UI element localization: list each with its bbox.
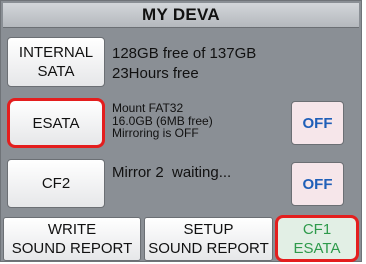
setup-label-line1: SETUP [183,221,234,238]
write-sound-report-button[interactable]: WRITE SOUND REPORT [3,217,141,261]
cf2-status-text: Mirror 2 waiting... [112,164,232,181]
esata-button[interactable]: ESATA [7,98,105,148]
esata-mirror-text: Mirroring is OFF [112,126,199,140]
page-title: MY DEVA [3,3,359,28]
esata-label: ESATA [32,114,80,132]
internal-sata-label-line2: SATA [37,63,75,80]
internal-free-space: 128GB free of 137GB [112,45,257,62]
device-screen: MY DEVA INTERNAL SATA 128GB free of 137G… [0,0,362,262]
write-label-line1: WRITE [47,221,97,238]
cf2-button[interactable]: CF2 [7,159,105,208]
cf2-off-toggle[interactable]: OFF [291,162,344,206]
cf1-esata-button[interactable]: CF1 ESATA [275,215,359,262]
cf1-label-line1: CF1 [302,220,332,238]
esata-mount-text: Mount FAT32 [112,101,184,115]
setup-label-line2: SOUND REPORT [148,240,269,257]
write-label-line2: SOUND REPORT [11,240,133,257]
internal-sata-label-line1: INTERNAL [18,44,94,61]
cf1-label-line2: ESATA [293,239,341,257]
internal-sata-button[interactable]: INTERNAL SATA [7,37,105,87]
cf2-label: CF2 [41,175,71,192]
esata-info: Mount FAT32 16.0GB (6MB free) Mirroring … [112,102,213,140]
internal-sata-info: 128GB free of 137GB 23Hours free [112,44,256,84]
internal-time-free: 23Hours free [112,65,199,82]
setup-sound-report-button[interactable]: SETUP SOUND REPORT [144,217,273,261]
esata-off-toggle[interactable]: OFF [291,101,344,145]
